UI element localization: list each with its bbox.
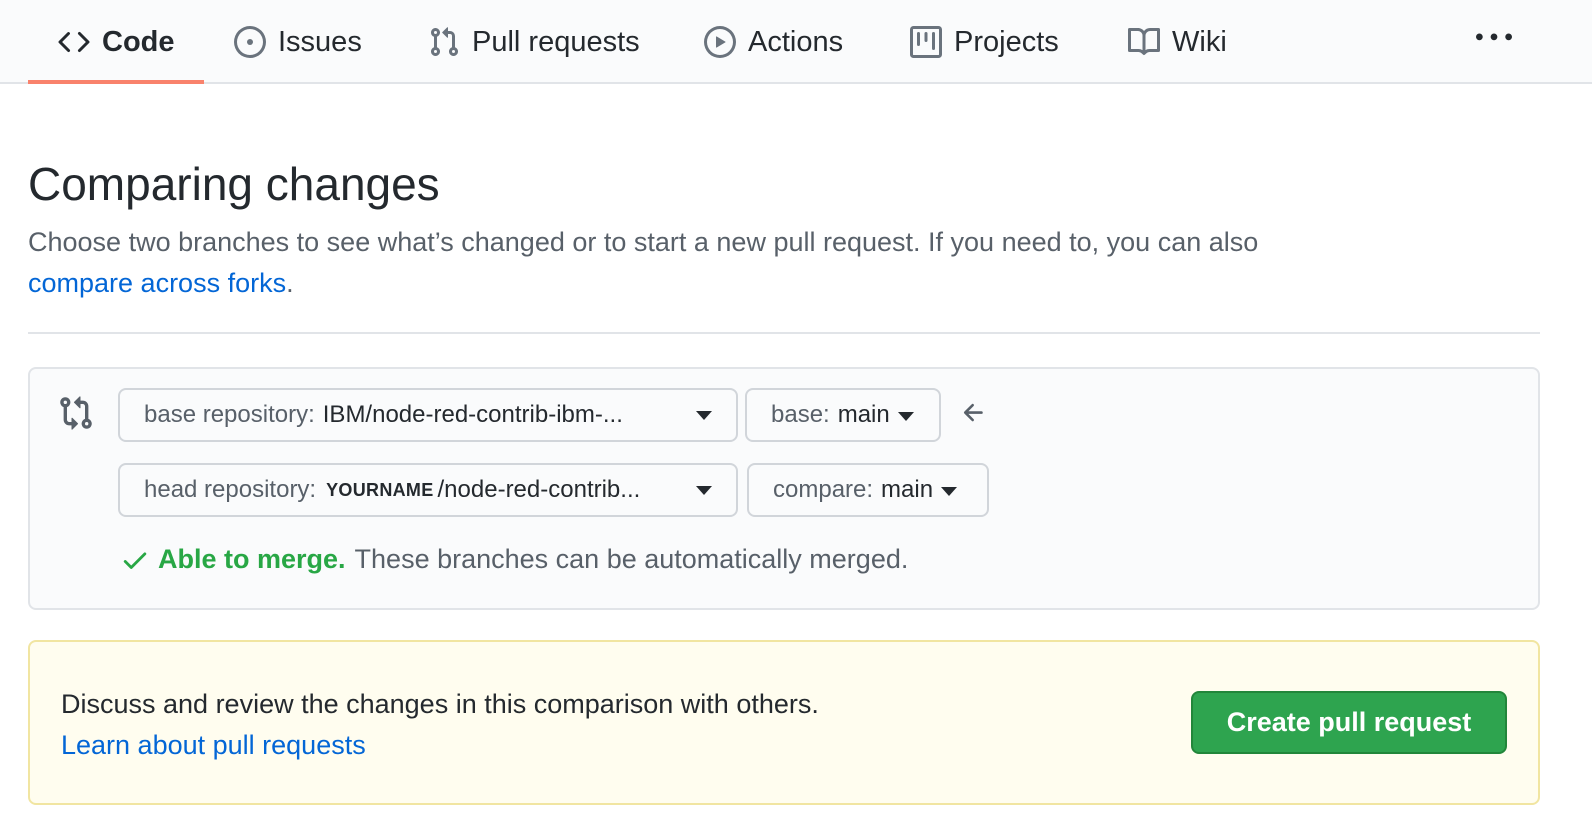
subtitle-text: Choose two branches to see what’s change… <box>28 227 1259 257</box>
head-repository-value: /node-red-contrib... <box>437 476 641 503</box>
compare-across-forks-link[interactable]: compare across forks <box>28 268 286 298</box>
caret-down-icon <box>696 486 712 495</box>
tab-projects-label: Projects <box>954 25 1059 58</box>
compare-branch-label: compare: <box>773 476 874 503</box>
page-title: Comparing changes <box>28 158 440 210</box>
active-tab-indicator <box>28 80 204 84</box>
merge-ok-label: Able to merge. <box>158 544 346 574</box>
head-repository-select[interactable]: head repository: YOURNAME /node-red-cont… <box>118 463 738 517</box>
tab-wiki[interactable]: Wiki <box>1126 0 1227 84</box>
head-repository-owner: YOURNAME <box>326 479 434 500</box>
base-branch-value: main <box>837 401 890 428</box>
project-icon <box>908 24 944 60</box>
create-pull-request-button[interactable]: Create pull request <box>1191 691 1507 754</box>
git-pull-request-icon <box>426 24 462 60</box>
more-tabs-button[interactable] <box>1470 18 1518 58</box>
base-branch-select[interactable]: base: main <box>745 388 941 442</box>
head-repository-label: head repository: <box>144 476 317 503</box>
merge-message: These branches can be automatically merg… <box>354 544 909 574</box>
tab-actions[interactable]: Actions <box>702 0 843 84</box>
base-repository-select[interactable]: base repository: IBM/node-red-contrib-ib… <box>118 388 738 442</box>
flash-message: Discuss and review the changes in this c… <box>61 689 819 719</box>
play-icon <box>702 24 738 60</box>
check-icon <box>120 545 150 575</box>
subtitle-end: . <box>286 268 294 298</box>
compare-branch-select[interactable]: compare: main <box>747 463 989 517</box>
code-icon <box>56 24 92 60</box>
base-repository-label: base repository: <box>144 401 315 428</box>
arrow-left-icon <box>960 399 988 427</box>
book-icon <box>1126 24 1162 60</box>
base-branch-label: base: <box>771 401 830 428</box>
learn-about-pull-requests-link[interactable]: Learn about pull requests <box>61 725 366 766</box>
tab-issues-label: Issues <box>278 25 362 58</box>
compare-branch-value: main <box>881 476 934 503</box>
divider <box>28 332 1540 334</box>
page-subtitle: Choose two branches to see what’s change… <box>28 222 1408 304</box>
tab-issues[interactable]: Issues <box>232 0 362 84</box>
issue-opened-icon <box>232 24 268 60</box>
git-compare-icon <box>58 395 94 431</box>
tab-pull-requests[interactable]: Pull requests <box>426 0 640 84</box>
repo-nav: Code Issues Pull requests Actions Projec… <box>0 0 1592 84</box>
tab-code[interactable]: Code <box>56 0 175 84</box>
merge-status: Able to merge. These branches can be aut… <box>120 544 908 575</box>
caret-down-icon <box>941 486 958 496</box>
base-repository-value: IBM/node-red-contrib-ibm-... <box>322 401 623 428</box>
tab-projects[interactable]: Projects <box>908 0 1059 84</box>
tab-code-label: Code <box>102 25 175 58</box>
caret-down-icon <box>696 411 712 420</box>
tab-pull-requests-label: Pull requests <box>472 25 640 58</box>
kebab-horizontal-icon <box>1476 20 1512 56</box>
caret-down-icon <box>897 411 914 421</box>
tab-actions-label: Actions <box>748 25 844 58</box>
tab-wiki-label: Wiki <box>1172 25 1227 58</box>
